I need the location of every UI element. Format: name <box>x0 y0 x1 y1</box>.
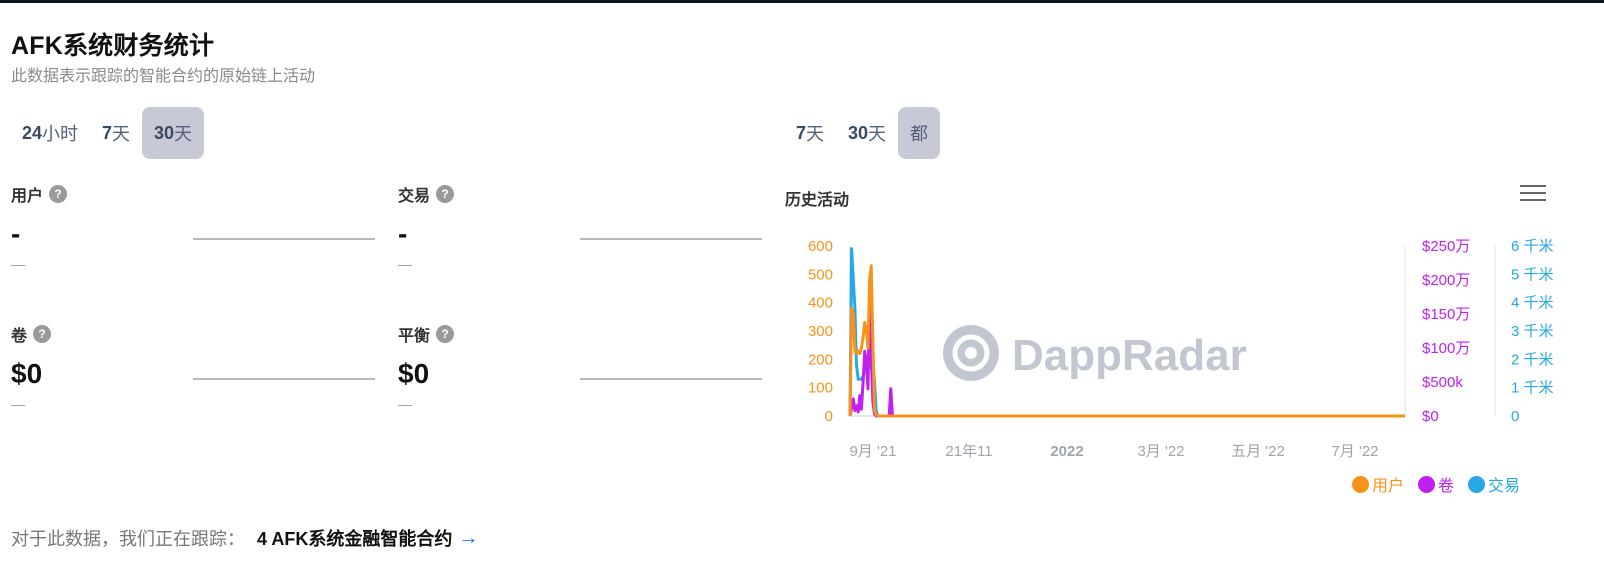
tab-24h[interactable]: 24 小时 <box>10 107 90 159</box>
contracts-link[interactable]: 4 AFK系统金融智能合约 → <box>257 525 478 551</box>
stat-transactions-value: - <box>398 218 408 249</box>
chart-legend: 用户 卷 交易 <box>1352 472 1520 496</box>
stat-transactions-label: 交易 <box>398 188 431 205</box>
stats-period-tabs: 24 小时 7天 30 天 <box>10 107 205 159</box>
stat-transactions-sparkline <box>580 238 762 240</box>
stat-users-sparkline <box>193 238 375 240</box>
stat-users-delta: — <box>11 256 25 272</box>
y-tick-left: 0 <box>825 408 833 425</box>
tab-7d[interactable]: 7天 <box>90 107 142 159</box>
y-tick-right1: $500k <box>1422 374 1463 391</box>
y-tick-right1: $100万 <box>1422 340 1470 357</box>
y-tick-left: 500 <box>808 266 833 283</box>
y-tick-right1: $0 <box>1422 408 1439 425</box>
y-tick-right2: 1 千米 <box>1511 380 1554 397</box>
help-icon[interactable]: ? <box>436 325 455 343</box>
legend-item-transactions[interactable]: 交易 <box>1468 472 1520 496</box>
legend-dot <box>1418 475 1436 493</box>
y-tick-right2: 6 千米 <box>1511 238 1554 255</box>
x-tick: 3月 '22 <box>1137 443 1184 460</box>
stat-users: 用户? - — <box>11 182 381 272</box>
chart-period-tabs: 7天 30 天 都 <box>784 107 941 159</box>
arrow-right-icon: → <box>458 526 479 549</box>
dappradar-watermark: DappRadar <box>943 325 1247 381</box>
stat-balance: 平衡? $0 — <box>398 322 768 412</box>
history-chart: DappRadar 600 500 400 300 200 100 0 $250万 $200万 $… <box>808 238 1554 460</box>
y-tick-right2: 4 千米 <box>1511 295 1554 312</box>
watermark-text: DappRadar <box>1012 331 1247 380</box>
chart-title: 历史活动 <box>785 192 850 209</box>
tab-chart-all[interactable]: 都 <box>898 107 941 159</box>
footer-text: 对于此数据，我们正在跟踪： <box>11 529 245 549</box>
x-tick: 9月 '21 <box>849 443 896 460</box>
stat-balance-value: $0 <box>398 358 430 389</box>
y-tick-right2: 2 千米 <box>1511 351 1554 368</box>
stat-balance-label: 平衡 <box>398 328 431 345</box>
y-tick-right2: 5 千米 <box>1511 266 1554 283</box>
x-tick: 五月 '22 <box>1231 443 1285 460</box>
y-tick-right1: $250万 <box>1422 238 1470 255</box>
y-tick-left: 200 <box>808 351 833 368</box>
y-tick-left: 400 <box>808 295 833 312</box>
y-tick-left: 300 <box>808 323 833 340</box>
legend-item-users[interactable]: 用户 <box>1352 472 1404 496</box>
stat-balance-delta: — <box>398 396 412 412</box>
x-tick: 21年11 <box>945 443 992 460</box>
legend-dot <box>1352 475 1369 493</box>
menu-icon[interactable] <box>1520 185 1546 205</box>
stat-volume-sparkline <box>193 378 375 380</box>
tab-chart-30d[interactable]: 30 天 <box>836 107 898 159</box>
y-tick-right2: 0 <box>1511 408 1519 425</box>
page-subtitle: 此数据表示跟踪的智能合约的原始链上活动 <box>11 68 316 85</box>
stat-users-label: 用户 <box>11 188 44 205</box>
tab-30d[interactable]: 30 天 <box>142 107 205 159</box>
legend-dot <box>1468 475 1486 493</box>
stat-transactions: 交易? - — <box>398 182 768 272</box>
tab-chart-7d[interactable]: 7天 <box>784 107 836 159</box>
help-icon[interactable]: ? <box>436 185 455 203</box>
page-title: AFK系统财务统计 <box>11 32 215 60</box>
y-tick-right2: 3 千米 <box>1511 323 1554 340</box>
y-tick-left: 600 <box>808 238 833 255</box>
stat-volume-value: $0 <box>11 358 43 389</box>
stat-volume: 卷? $0 — <box>11 322 381 412</box>
help-icon[interactable]: ? <box>33 325 52 343</box>
stat-volume-label: 卷 <box>11 328 28 345</box>
x-tick: 7月 '22 <box>1331 443 1378 460</box>
top-border <box>0 0 1604 3</box>
y-tick-right1: $150万 <box>1422 306 1470 323</box>
stat-balance-sparkline <box>580 378 762 380</box>
y-tick-left: 100 <box>808 380 833 397</box>
help-icon[interactable]: ? <box>49 185 68 203</box>
y-tick-right1: $200万 <box>1422 272 1470 289</box>
x-tick: 2022 <box>1050 443 1083 460</box>
stat-users-value: - <box>11 218 21 249</box>
stat-transactions-delta: — <box>398 256 412 272</box>
stat-volume-delta: — <box>11 396 25 412</box>
legend-item-volume[interactable]: 卷 <box>1418 472 1454 496</box>
footer: 对于此数据，我们正在跟踪： 4 AFK系统金融智能合约 → <box>11 525 478 551</box>
